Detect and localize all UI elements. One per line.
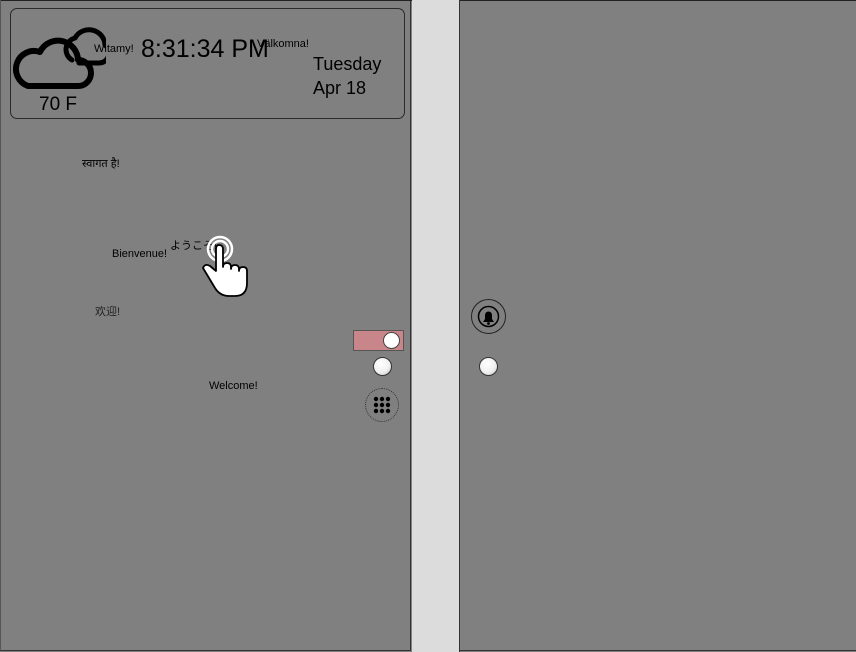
grid-dots-icon <box>373 396 391 414</box>
bell-icon <box>477 305 500 328</box>
day-label: Tuesday <box>313 54 382 74</box>
tap-hand-icon[interactable] <box>201 235 253 299</box>
toggle-switch[interactable] <box>353 330 404 351</box>
greeting-polish: Witamy! <box>94 43 134 55</box>
temperature-label: 70 F <box>39 94 78 115</box>
greeting-english: Welcome! <box>209 380 258 392</box>
left-panel: 70 F 8:31:34 PM Tuesday Apr 18 Witamy! V… <box>0 0 412 651</box>
radio-button-left[interactable] <box>373 357 392 376</box>
greeting-chinese: 欢迎! <box>95 306 121 318</box>
top-border <box>1 0 412 1</box>
bell-button[interactable] <box>471 299 506 334</box>
clock-time: 8:31:34 PM <box>141 35 269 63</box>
radio-button-right[interactable] <box>479 357 498 376</box>
toggle-knob <box>383 332 400 349</box>
date-label: Apr 18 <box>313 78 367 98</box>
right-panel <box>460 0 856 651</box>
cloudy-icon <box>13 27 106 89</box>
greeting-swedish: Välkomna! <box>257 38 309 50</box>
greeting-hindi: स्वागत है! <box>82 158 120 170</box>
greeting-french: Bienvenue! <box>112 248 168 260</box>
apps-button[interactable] <box>365 388 399 422</box>
panel-divider <box>412 0 460 652</box>
